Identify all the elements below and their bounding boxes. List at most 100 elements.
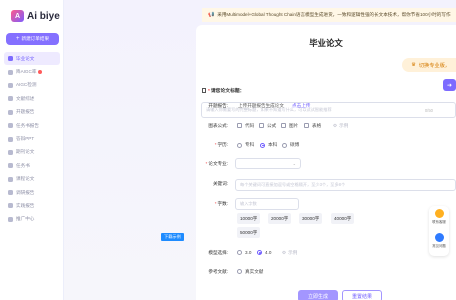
wordcount-chip[interactable]: 20000字 — [268, 213, 292, 224]
sidebar-item-course-paper[interactable]: 课程论文 — [4, 173, 60, 186]
refs-option-label: 真实文献 — [245, 268, 264, 274]
chart-option-table[interactable]: 表格 — [304, 123, 321, 129]
model-option-4[interactable]: 4.0 — [257, 250, 271, 255]
sidebar-item-label: 答辩PPT — [16, 136, 35, 142]
plus-icon: + — [15, 36, 20, 42]
wordcount-chip[interactable]: 30000字 — [299, 213, 323, 224]
wordcount-placeholder: 输入字数 — [240, 201, 257, 206]
chart-option-code[interactable]: 代码 — [237, 123, 254, 129]
crown-icon: ♛ — [411, 62, 416, 68]
task-book-icon — [8, 163, 13, 169]
sidebar-item-proposal[interactable]: 开题报告 — [4, 106, 60, 119]
proposal-hint: 上传开题报告生成论文 — [238, 103, 284, 108]
sidebar-item-practice-report[interactable]: 实践报告 — [4, 199, 60, 212]
literature-icon — [8, 96, 13, 102]
wordcount-chip[interactable]: 40000字 — [331, 213, 355, 224]
faq-button[interactable]: 常见问题 — [431, 233, 447, 248]
proposal-icon — [8, 109, 13, 115]
floating-help-panel: 联系客服 常见问题 — [429, 206, 449, 256]
keywords-input[interactable]: 每个关键词可直接加逗号或空格隔开，至少3个，至多8个 — [235, 179, 456, 191]
gear-icon: ⚙ — [333, 122, 338, 128]
sidebar-item-defense-ppt[interactable]: 答辩PPT — [4, 132, 60, 145]
model-example-label: 示例 — [288, 249, 298, 255]
journal-icon — [8, 149, 13, 155]
sidebar-item-task-report[interactable]: 任务书报告 — [4, 119, 60, 132]
major-label: *论文专业: — [196, 161, 228, 167]
title-label-text: 请您论文标题： — [210, 89, 245, 94]
sidebar-item-aigc-check[interactable]: AIGC检测 — [4, 79, 60, 92]
required-mark: * — [214, 142, 217, 147]
chart-option-label: 图片 — [289, 122, 299, 128]
sidebar-item-survey-report[interactable]: 调研报告 — [4, 186, 60, 199]
reset-button[interactable]: 重置结果 — [342, 290, 382, 300]
contact-support-button[interactable]: 联系客服 — [431, 209, 447, 224]
checkbox-icon — [304, 123, 309, 128]
faq-label: 常见问题 — [432, 244, 446, 248]
chart-option-label: 表格 — [312, 122, 322, 128]
chevron-down-icon: ⌄ — [292, 161, 296, 166]
task-report-icon — [8, 123, 13, 129]
notice-text: 采用Multimodel+Global Thought Chain语言模型生成进… — [217, 12, 451, 17]
model-option-label: 4.0 — [265, 250, 272, 255]
arrow-right-icon: ➜ — [446, 82, 453, 89]
radio-icon — [237, 269, 242, 274]
sidebar-item-reduce-aigc[interactable]: 降AIGC率 — [4, 65, 60, 78]
model-option-3[interactable]: 3.0 — [237, 250, 251, 255]
chart-option-image[interactable]: 图片 — [281, 123, 298, 129]
sidebar-item-label: 推广中心 — [16, 216, 35, 222]
brand-logo[interactable]: A Ai biye — [11, 10, 60, 22]
title-label: *请您论文标题： — [202, 87, 244, 94]
generate-button[interactable]: 立即生成 — [298, 290, 338, 300]
contact-support-label: 联系客服 — [432, 220, 446, 224]
logo-icon: A — [11, 10, 24, 22]
refs-option-real[interactable]: 真实文献 — [237, 269, 263, 275]
degree-option-label: 专科 — [245, 142, 255, 147]
new-order-label: 新建订单结果 — [21, 36, 50, 41]
degree-label: *学历: — [196, 142, 228, 148]
model-example-link[interactable]: ⚙ 示例 — [282, 250, 297, 256]
chart-example-link[interactable]: ⚙ 示例 — [333, 123, 348, 129]
refs-label: 参考文献: — [208, 269, 228, 274]
degree-option-junior-college[interactable]: 专科 — [237, 142, 254, 148]
checkbox-icon — [237, 123, 242, 128]
faq-icon — [434, 233, 444, 242]
degree-option-label: 硕博 — [290, 142, 300, 147]
sidebar-item-task-book[interactable]: 任务书 — [4, 159, 60, 172]
aigc-check-icon — [8, 82, 13, 88]
degree-option-bachelor[interactable]: 本科 — [260, 142, 277, 148]
sidebar-item-thesis[interactable]: 毕业论文 — [4, 52, 60, 66]
title-submit-button[interactable]: ➜ — [443, 79, 456, 91]
major-label-text: 论文专业: — [208, 161, 228, 166]
chart-option-formula[interactable]: 公式 — [259, 123, 276, 129]
pro-version-label: 切换专业版， — [418, 62, 450, 69]
thesis-icon — [8, 56, 13, 62]
download-example-tooltip[interactable]: 下载示例 — [161, 233, 184, 241]
practice-icon — [8, 203, 13, 209]
proposal-upload-link[interactable]: 点击上传 — [292, 103, 310, 109]
model-option-label: 3.0 — [245, 250, 252, 255]
sidebar-item-label: 实践报告 — [16, 202, 35, 208]
chart-example-label: 示例 — [339, 122, 349, 128]
radio-selected-icon — [257, 250, 262, 255]
sidebar-item-journal[interactable]: 期刊论文 — [4, 146, 60, 159]
sidebar-item-label: AIGC检测 — [16, 82, 37, 88]
wordcount-input[interactable]: 输入字数 — [235, 198, 299, 210]
degree-option-master-phd[interactable]: 硕博 — [282, 142, 299, 148]
sidebar-item-label: 文献综述 — [16, 95, 35, 101]
new-order-button[interactable]: + 新建订单结果 — [6, 33, 59, 45]
sidebar-nav: 毕业论文 降AIGC率 AIGC检测 文献综述 开题报告 任务书报告 答辩PPT… — [4, 52, 60, 226]
sidebar-item-literature-review[interactable]: 文献综述 — [4, 92, 60, 105]
major-select[interactable]: ⌄ — [235, 158, 301, 169]
degree-label-text: 学历: — [217, 142, 228, 147]
degree-option-label: 本科 — [268, 142, 278, 147]
wordcount-chip[interactable]: 50000字 — [237, 227, 261, 238]
chart-option-label: 代码 — [245, 122, 255, 128]
wordcount-label: *字数: — [196, 201, 228, 207]
wordcount-chip[interactable]: 10000字 — [237, 213, 261, 224]
sidebar-item-promotion[interactable]: 推广中心 — [4, 213, 60, 226]
support-icon — [434, 209, 444, 218]
wordcount-label-text: 字数: — [217, 201, 228, 206]
pro-version-badge[interactable]: ♛ 切换专业版， — [402, 58, 456, 72]
keywords-placeholder: 每个关键词可直接加逗号或空格隔开，至少3个，至多8个 — [240, 182, 346, 187]
checkbox-icon — [259, 123, 264, 128]
